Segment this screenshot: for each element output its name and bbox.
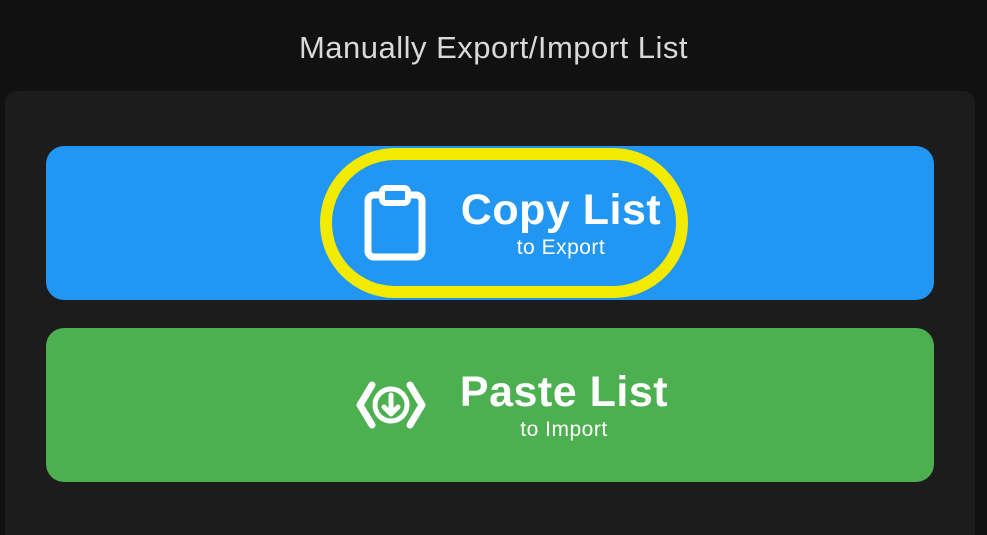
- paste-list-button[interactable]: Paste List to Import: [46, 328, 934, 482]
- paste-list-label: Paste List: [459, 368, 669, 416]
- paste-list-sublabel: to Import: [520, 418, 608, 441]
- paste-list-button-content: Paste List to Import: [356, 368, 668, 442]
- copy-list-button[interactable]: Copy List to Export: [46, 146, 934, 300]
- section-title: Manually Export/Import List: [298, 30, 689, 65]
- copy-list-sublabel: to Export: [516, 236, 606, 259]
- copy-list-button-content: Copy List to Export: [363, 184, 661, 262]
- clipboard-icon: [363, 184, 427, 262]
- import-code-icon: [356, 377, 426, 433]
- copy-list-text: Copy List to Export: [461, 186, 661, 260]
- copy-list-label: Copy List: [460, 186, 662, 234]
- export-import-screen: Manually Export/Import List Copy List to…: [0, 0, 987, 535]
- paste-list-text: Paste List to Import: [460, 368, 668, 442]
